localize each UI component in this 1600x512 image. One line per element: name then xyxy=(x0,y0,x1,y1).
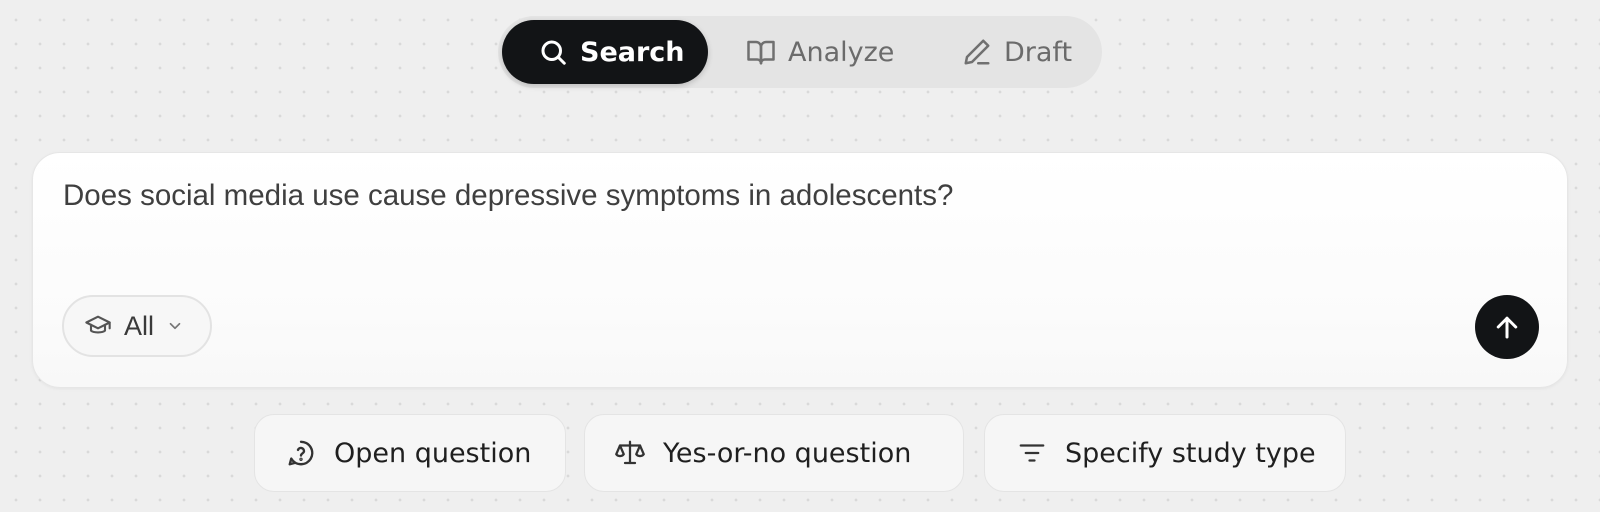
search-icon xyxy=(538,37,568,67)
suggestion-open-question-label: Open question xyxy=(334,437,532,469)
tab-search[interactable]: Search xyxy=(502,20,708,84)
suggestion-yes-or-no-question-label: Yes-or-no question xyxy=(663,437,912,469)
tab-analyze[interactable]: Analyze xyxy=(708,20,922,84)
chevron-down-icon xyxy=(166,317,184,335)
book-open-icon xyxy=(746,37,776,67)
tab-draft[interactable]: Draft xyxy=(922,20,1098,84)
pencil-icon xyxy=(962,37,992,67)
scale-icon xyxy=(615,438,645,468)
mode-tab-bar: Search Analyze Draft xyxy=(498,16,1102,88)
query-card: Does social media use cause depressive s… xyxy=(32,152,1568,388)
submit-button[interactable] xyxy=(1475,295,1539,359)
filter-lines-icon xyxy=(1017,438,1047,468)
source-filter-label: All xyxy=(124,310,155,341)
suggestion-yes-or-no-question[interactable]: Yes-or-no question xyxy=(584,414,964,492)
tab-analyze-label: Analyze xyxy=(788,36,895,68)
tab-draft-label: Draft xyxy=(1004,36,1073,68)
suggestion-specify-study-type-label: Specify study type xyxy=(1065,437,1316,469)
suggestion-specify-study-type[interactable]: Specify study type xyxy=(984,414,1346,492)
suggestion-open-question[interactable]: Open question xyxy=(254,414,566,492)
arrow-up-icon xyxy=(1496,316,1518,339)
graduation-cap-icon xyxy=(84,312,112,340)
query-input[interactable]: Does social media use cause depressive s… xyxy=(63,179,1507,213)
tab-search-label: Search xyxy=(580,36,685,68)
source-filter-dropdown[interactable]: All xyxy=(62,295,212,357)
help-circle-icon xyxy=(286,438,316,468)
